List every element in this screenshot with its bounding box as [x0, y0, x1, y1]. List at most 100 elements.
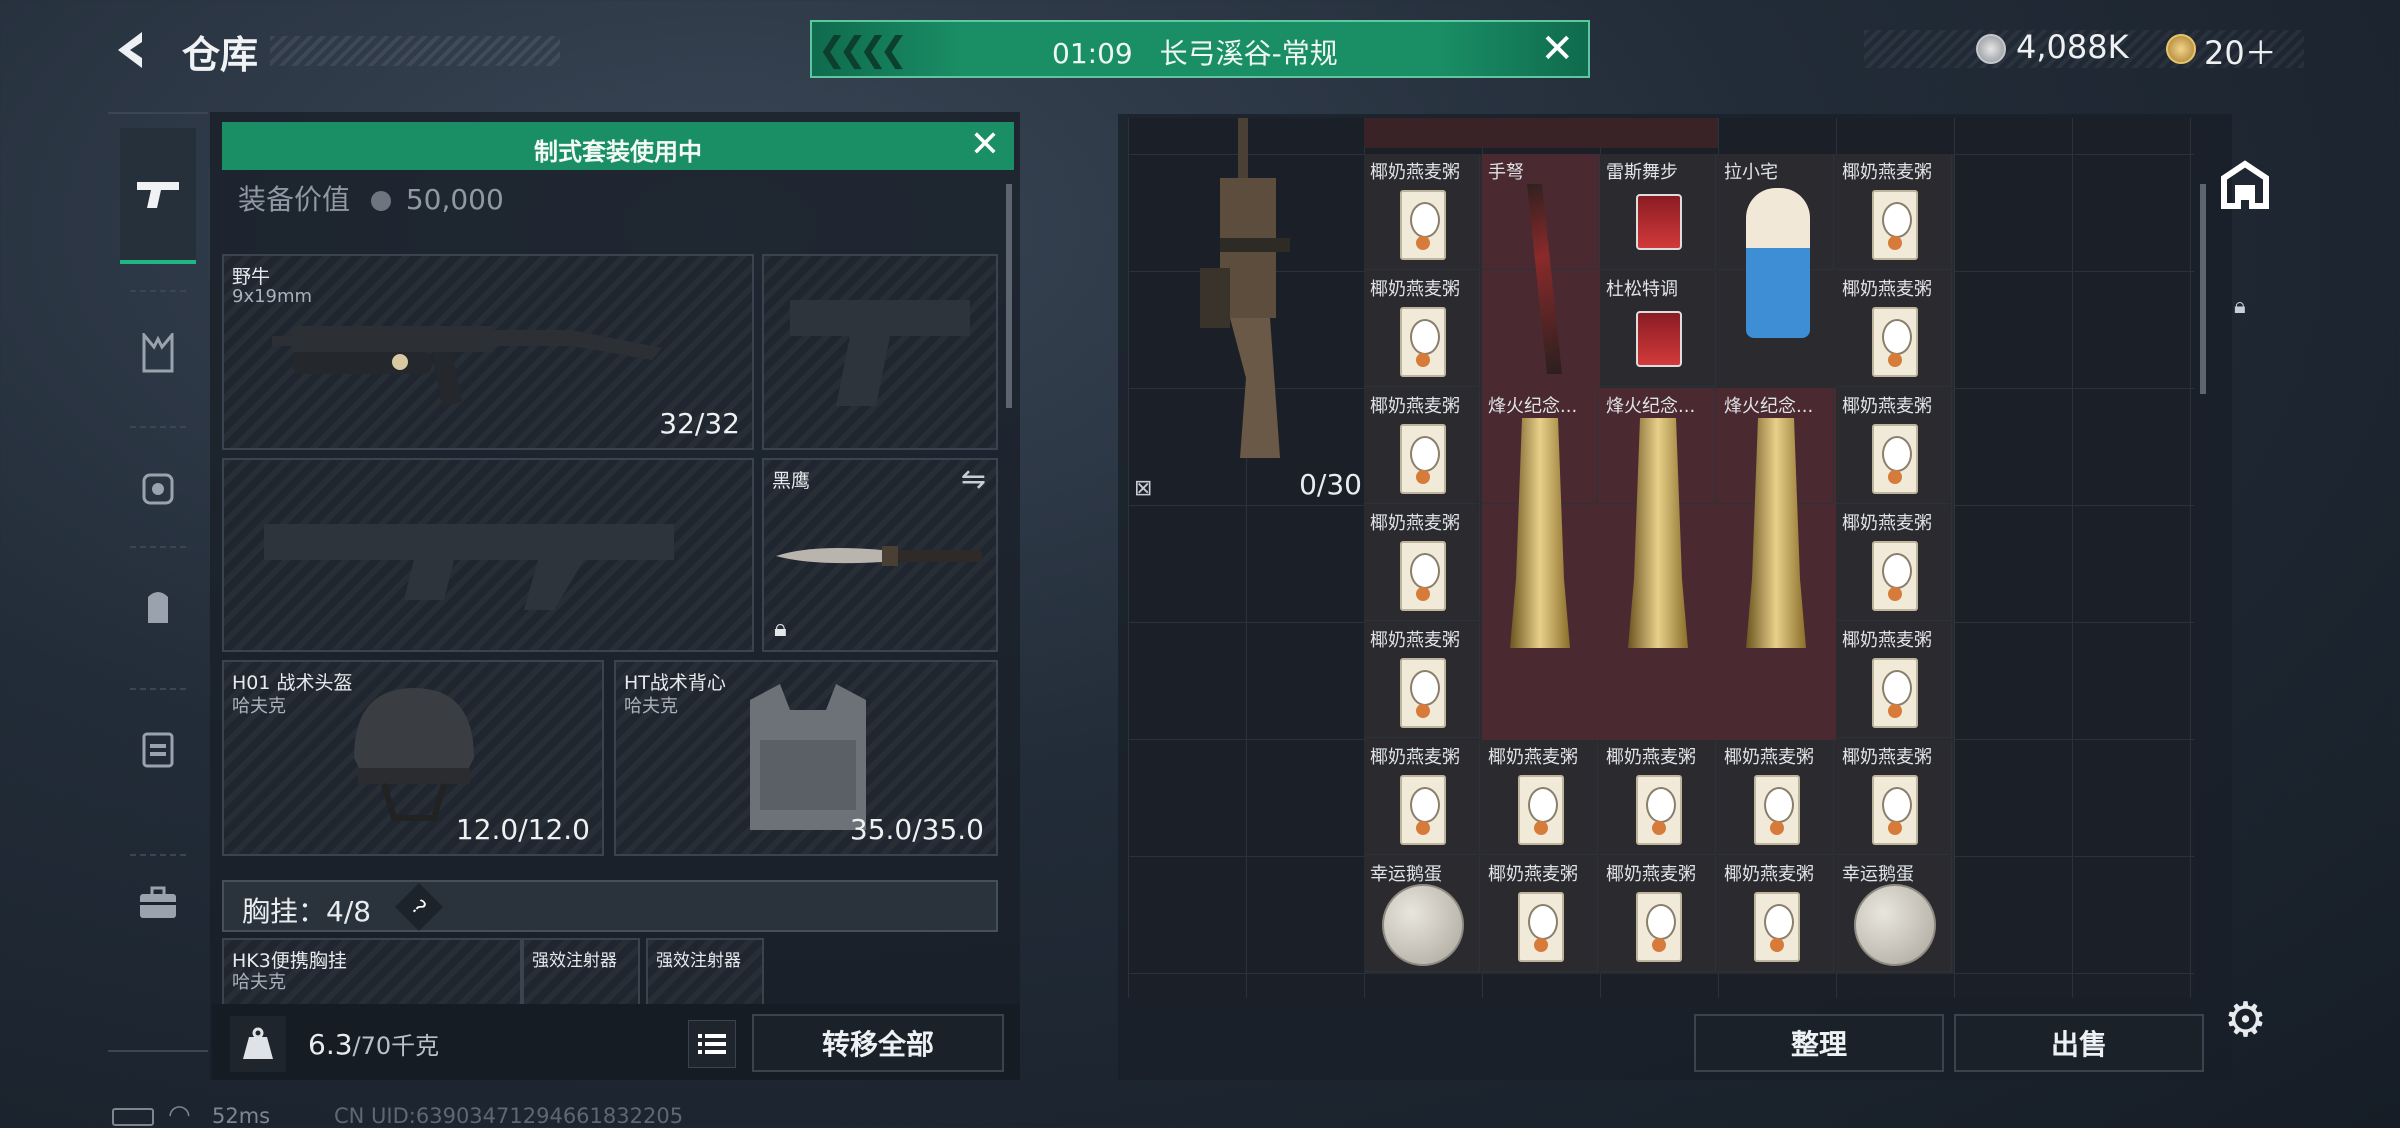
stash-scrollbar[interactable] [2200, 184, 2206, 394]
stash-item-porridge[interactable]: 椰奶燕麦粥 [1718, 739, 1834, 855]
stash-item-trophy[interactable]: 烽火纪念... [1600, 388, 1716, 648]
title-underline [270, 36, 560, 66]
home-icon [2221, 160, 2269, 209]
slot-helmet[interactable]: H01 战术头盔 哈夫克 12.0/12.0 [222, 660, 604, 856]
sort-button[interactable]: 整理 [1694, 1014, 1944, 1072]
settings-gear-icon[interactable]: ⚙ [2224, 992, 2267, 1048]
slot-armor[interactable]: HT战术背心 哈夫克 35.0/35.0 [614, 660, 998, 856]
porridge-box-icon [1400, 307, 1446, 377]
stash-item-porridge[interactable]: 椰奶燕麦粥 [1836, 622, 1952, 738]
stash-item-drink1[interactable]: 雷斯舞步 [1600, 154, 1716, 270]
stash-item-trophy[interactable]: 烽火纪念... [1718, 388, 1834, 648]
helmet-image [354, 688, 474, 821]
stash-item-label: 椰奶燕麦粥 [1370, 630, 1460, 651]
stash-item-porridge[interactable]: 椰奶燕麦粥 [1482, 739, 1598, 855]
chest-rig-item[interactable]: HK3便携胸挂 哈夫克 [222, 938, 522, 1004]
stash-item-porridge[interactable]: 椰奶燕麦粥 [1836, 271, 1952, 387]
stash-item-label: 椰奶燕麦粥 [1724, 864, 1814, 885]
weight-icon [230, 1016, 286, 1072]
stash-item-porridge[interactable]: 椰奶燕麦粥 [1482, 856, 1598, 972]
stash-item-label: 椰奶燕麦粥 [1370, 162, 1460, 183]
stash-item-porridge[interactable]: 椰奶燕麦粥 [1364, 622, 1480, 738]
nav-case[interactable] [120, 706, 196, 792]
stash-item-porridge[interactable]: 椰奶燕麦粥 [1836, 154, 1952, 270]
match-timer: 01:09 [1052, 37, 1133, 70]
transfer-all-button[interactable]: 转移全部 [752, 1014, 1004, 1072]
rig-slot-injector-2[interactable]: 强效注射器 [646, 938, 764, 1004]
smg-image [272, 326, 662, 406]
safebox-icon [142, 732, 174, 768]
helmet-brand: 哈夫克 [232, 696, 286, 717]
stash-item-label: 椰奶燕麦粥 [1842, 747, 1932, 768]
drink-glass-icon [1636, 194, 1682, 250]
nav-weapons[interactable] [120, 128, 196, 264]
stash-lock-icon[interactable]: 🔒︎ [2234, 294, 2246, 319]
stash-weapon[interactable]: ⊠ 0/30 [1130, 118, 1364, 506]
egg-icon [1854, 884, 1936, 966]
stash-item-label: 幸运鹅蛋 [1842, 864, 1914, 885]
pistol-silhouette-icon [790, 300, 970, 406]
sell-button[interactable]: 出售 [1954, 1014, 2204, 1072]
porridge-box-icon [1518, 892, 1564, 962]
stash-item-porridge[interactable]: 椰奶燕麦粥 [1364, 154, 1480, 270]
equipment-value-label: 装备价值 [238, 183, 351, 216]
stash-item-label: 椰奶燕麦粥 [1724, 747, 1814, 768]
nav-toolbox[interactable] [120, 860, 196, 946]
trophy-icon [1746, 418, 1806, 648]
equipment-value: 装备价值 50,000 [238, 178, 504, 218]
close-banner-icon[interactable]: ✕ [970, 124, 1000, 165]
drink-glass-icon [1636, 311, 1682, 367]
trophy-icon [1628, 418, 1688, 648]
stash-item-porridge[interactable]: 椰奶燕麦粥 [1364, 271, 1480, 387]
close-match-icon[interactable]: ✕ [1540, 26, 1574, 72]
armor-name: HT战术背心 [624, 672, 726, 694]
loadout-scrollbar[interactable] [1006, 184, 1012, 408]
help-icon[interactable]: ? [394, 882, 444, 932]
nav-backpack[interactable] [120, 564, 196, 650]
stash-item-porridge[interactable]: 椰奶燕麦粥 [1364, 505, 1480, 621]
back-button[interactable] [108, 26, 156, 74]
stash-item-label: 椰奶燕麦粥 [1488, 747, 1578, 768]
slot-primary-weapon[interactable]: 野牛 9x19mm 32/32 [222, 254, 754, 450]
porridge-box-icon [1518, 775, 1564, 845]
stash-item-egg[interactable]: 幸运鹅蛋 [1836, 856, 1952, 972]
rig-slot-injector-1[interactable]: 强效注射器 [522, 938, 640, 1004]
porridge-box-icon [1872, 658, 1918, 728]
stash-item-toy[interactable]: 拉小宅 [1718, 154, 1834, 338]
slot-melee[interactable]: 黑鹰 ⇋ 🔒︎ [762, 458, 998, 652]
stash-item-porridge[interactable]: 椰奶燕麦粥 [1718, 856, 1834, 972]
list-view-button[interactable] [688, 1020, 736, 1068]
ticket-amount[interactable]: 20＋ [2204, 28, 2277, 74]
porridge-box-icon [1400, 424, 1446, 494]
stash-item-porridge[interactable]: 椰奶燕麦粥 [1600, 739, 1716, 855]
stash-item-label: 幸运鹅蛋 [1370, 864, 1442, 885]
stash-item-label: 手弩 [1488, 162, 1524, 183]
loadout-banner-text: 制式套装使用中 [534, 138, 702, 166]
stash-item-porridge[interactable]: 椰奶燕麦粥 [1836, 505, 1952, 621]
injector-1-name: 强效注射器 [532, 951, 617, 971]
stash-item-label: 椰奶燕麦粥 [1606, 747, 1696, 768]
stash-item-trophy[interactable]: 烽火纪念... [1482, 388, 1598, 648]
porridge-box-icon [1400, 658, 1446, 728]
slot-secondary-empty[interactable] [222, 458, 754, 652]
stash-item-crossbow[interactable]: 手弩 [1482, 154, 1598, 374]
stash-item-porridge[interactable]: 椰奶燕麦粥 [1836, 388, 1952, 504]
quick-nav-button[interactable] [2218, 158, 2272, 212]
armor-brand: 哈夫克 [624, 696, 678, 717]
swap-icon[interactable]: ⇋ [961, 462, 986, 497]
stash-item-label: 椰奶燕麦粥 [1842, 396, 1932, 417]
slot-pistol-empty[interactable] [762, 254, 998, 450]
stash-item-porridge[interactable]: 椰奶燕麦粥 [1364, 388, 1480, 504]
chest-rig-brand: 哈夫克 [232, 972, 286, 993]
vest-icon [142, 333, 174, 373]
nav-helmet[interactable] [120, 444, 196, 530]
stash-item-porridge[interactable]: 椰奶燕麦粥 [1600, 856, 1716, 972]
nav-backpack-rig[interactable] [120, 310, 196, 396]
stash-item-porridge[interactable]: 椰奶燕麦粥 [1836, 739, 1952, 855]
ping-text: 52ms [212, 1104, 271, 1128]
stash-item-egg[interactable]: 幸运鹅蛋 [1364, 856, 1480, 972]
stash-item-porridge[interactable]: 椰奶燕麦粥 [1364, 739, 1480, 855]
no-ammo-icon: ⊠ [1134, 476, 1153, 501]
porridge-box-icon [1872, 541, 1918, 611]
stash-item-drink2[interactable]: 杜松特调 [1600, 271, 1716, 387]
